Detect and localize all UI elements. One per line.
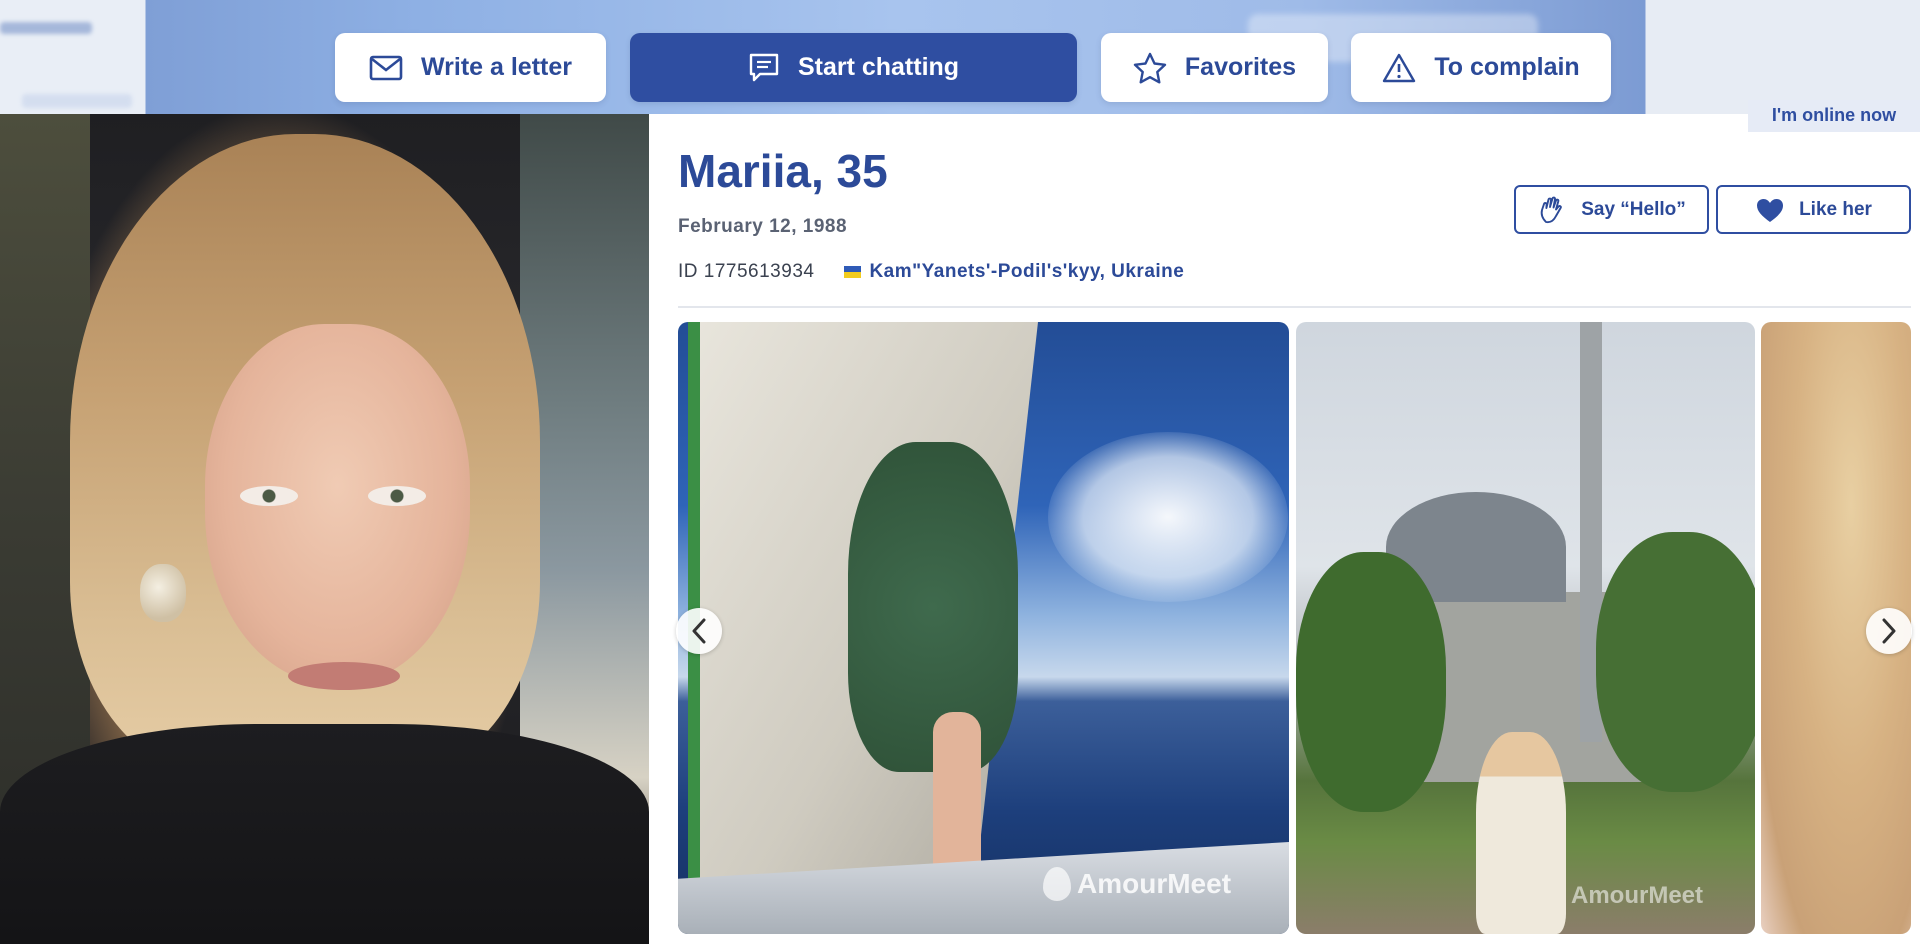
profile-birth-date: February 12, 1988 [678, 216, 848, 237]
photo-gallery: AmourMeet AmourMeet [678, 322, 1911, 934]
complain-label: To complain [1434, 53, 1580, 81]
profile-location[interactable]: Kam"Yanets'-Podil's'kyy, Ukraine [869, 261, 1184, 283]
watermark-logo: AmourMeet [1571, 882, 1703, 910]
like-label: Like her [1799, 198, 1872, 220]
chevron-right-icon [1882, 618, 1896, 644]
write-letter-label: Write a letter [421, 53, 572, 81]
complain-button[interactable]: To complain [1351, 33, 1611, 102]
background-logo [0, 22, 92, 34]
gallery-next-button[interactable] [1866, 608, 1912, 654]
envelope-icon [369, 55, 403, 80]
say-hello-button[interactable]: Say “Hello” [1514, 185, 1709, 234]
waving-hand-icon [1540, 196, 1562, 223]
main-profile-photo[interactable] [0, 114, 649, 944]
online-status-badge: I'm online now [1748, 100, 1920, 132]
chat-bubble-icon [749, 53, 779, 81]
gallery-prev-button[interactable] [676, 608, 722, 654]
background-subnav [22, 94, 132, 108]
warning-triangle-icon [1383, 53, 1416, 82]
write-letter-button[interactable]: Write a letter [335, 33, 606, 102]
profile-action-bar: Write a letter Start chatting Favorites … [0, 0, 1920, 114]
watermark-drop-icon [1043, 867, 1071, 901]
chevron-left-icon [692, 618, 706, 644]
watermark-text: AmourMeet [1571, 882, 1704, 909]
start-chatting-label: Start chatting [797, 53, 960, 81]
ukraine-flag-icon [844, 266, 862, 278]
profile-name-age: Mariia, 35 [678, 145, 888, 197]
section-divider [678, 306, 1911, 308]
watermark-text: AmourMeet [1077, 868, 1232, 899]
profile-id: ID 1775613934 [678, 261, 815, 282]
favorites-button[interactable]: Favorites [1101, 33, 1328, 102]
gallery-photo-mosque[interactable]: AmourMeet [1296, 322, 1755, 934]
favorites-label: Favorites [1184, 53, 1297, 81]
star-icon [1133, 52, 1167, 83]
watermark-logo: AmourMeet [1043, 867, 1231, 901]
online-status-text: I'm online now [1771, 105, 1897, 125]
like-button[interactable]: Like her [1716, 185, 1911, 234]
heart-icon [1757, 198, 1784, 222]
say-hello-label: Say “Hello” [1581, 198, 1686, 220]
gallery-photo-sailboat[interactable]: AmourMeet [678, 322, 1289, 934]
start-chatting-button[interactable]: Start chatting [630, 33, 1077, 102]
profile-meta: ID 1775613934 Kam"Yanets'-Podil's'kyy, U… [678, 260, 1184, 284]
